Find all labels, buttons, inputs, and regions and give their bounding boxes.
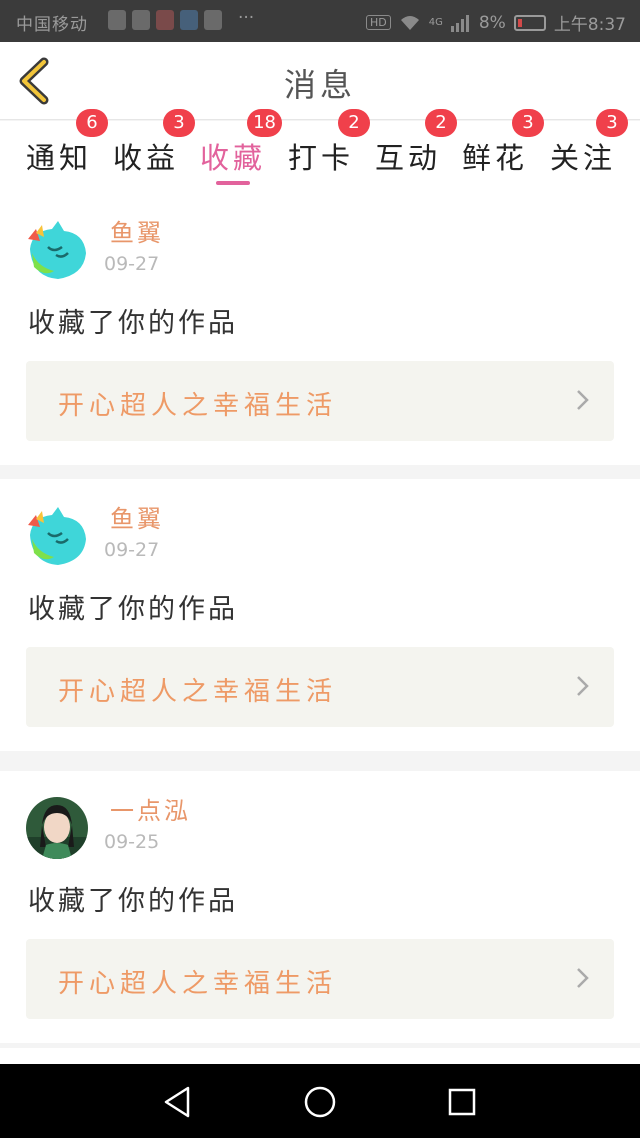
message-date: 09-25: [104, 831, 160, 853]
work-title: 开心超人之幸福生活: [58, 391, 338, 421]
battery-percent: 8%: [478, 12, 506, 33]
nav-recents-button[interactable]: [442, 1082, 482, 1122]
work-link[interactable]: 开心超人之幸福生活: [26, 647, 614, 727]
circle-home-icon: [304, 1086, 336, 1118]
tab-interactions[interactable]: 互动 2: [375, 109, 458, 177]
username[interactable]: 鱼翼: [110, 213, 164, 248]
signal-icon: [450, 14, 469, 32]
avatar[interactable]: [26, 797, 88, 859]
tab-badge: 6: [76, 109, 109, 137]
chevron-right-icon: [577, 968, 589, 988]
message-date: 09-27: [104, 253, 160, 275]
wifi-icon: [400, 15, 419, 30]
tab-label: 鲜花: [462, 141, 529, 175]
work-link[interactable]: 开心超人之幸福生活: [26, 361, 614, 441]
tab-label: 通知: [26, 141, 93, 175]
tab-follows[interactable]: 关注 3: [550, 109, 629, 177]
tab-flowers[interactable]: 鲜花 3: [462, 109, 545, 177]
app-notification-icon: [156, 10, 174, 30]
triangle-back-icon: [164, 1086, 190, 1118]
download-icon: [132, 10, 150, 30]
next-card-edge: [0, 1048, 640, 1064]
avatar[interactable]: [26, 505, 88, 567]
chevron-right-icon: [577, 390, 589, 410]
tab-label: 收藏: [200, 141, 267, 175]
chevron-right-icon: [577, 676, 589, 696]
tab-checkin[interactable]: 打卡 2: [288, 109, 371, 177]
status-bar: 中国移动 ··· HD 4G 8% 上午8:37: [0, 0, 640, 42]
message-text: 收藏了你的作品: [28, 886, 238, 917]
tab-earnings[interactable]: 收益 3: [113, 109, 196, 177]
tab-label: 收益: [113, 141, 180, 175]
cartoon-avatar-icon: [26, 219, 88, 281]
nav-home-button[interactable]: [300, 1082, 340, 1122]
tab-label: 打卡: [288, 141, 355, 175]
message-text: 收藏了你的作品: [28, 594, 238, 625]
page-title: 消息: [283, 66, 356, 104]
notification-icon: [108, 10, 126, 30]
tab-favorites[interactable]: 收藏 18: [200, 109, 283, 177]
carrier-label: 中国移动: [16, 15, 88, 35]
message-text: 收藏了你的作品: [28, 308, 238, 339]
navigation-bar: [0, 1064, 640, 1138]
tab-badge: 2: [338, 109, 371, 137]
tab-badge: 3: [596, 109, 629, 137]
tab-badge: 18: [247, 109, 283, 137]
work-title: 开心超人之幸福生活: [58, 969, 338, 999]
tab-bar: 通知 6 收益 3 收藏 18 打卡 2 互动 2 鲜花 3 关注 3: [0, 109, 640, 193]
notification-icons: [108, 10, 222, 30]
username[interactable]: 鱼翼: [110, 499, 164, 534]
tab-notifications[interactable]: 通知 6: [26, 109, 109, 177]
message-card: 鱼翼 09-27 收藏了你的作品 开心超人之幸福生活: [0, 479, 640, 751]
network-type-label: 4G: [428, 17, 443, 28]
work-title: 开心超人之幸福生活: [58, 677, 338, 707]
hd-icon: HD: [365, 15, 391, 30]
message-card: 一点泓 09-25 收藏了你的作品 开心超人之幸福生活: [0, 771, 640, 1043]
tab-badge: 2: [425, 109, 458, 137]
avatar[interactable]: [26, 219, 88, 281]
clock: 上午8:37: [553, 15, 626, 35]
battery-icon: [513, 14, 546, 31]
cartoon-avatar-icon: [26, 505, 88, 567]
username[interactable]: 一点泓: [110, 791, 191, 826]
tab-badge: 3: [512, 109, 545, 137]
message-date: 09-27: [104, 539, 160, 561]
app-notification-icon: [180, 10, 198, 30]
tab-label: 关注: [550, 141, 617, 175]
square-recents-icon: [448, 1088, 476, 1116]
tab-label: 互动: [375, 141, 442, 175]
active-tab-indicator: [216, 181, 250, 185]
message-card: 鱼翼 09-27 收藏了你的作品 开心超人之幸福生活: [0, 193, 640, 465]
app-notification-icon: [204, 10, 222, 30]
work-link[interactable]: 开心超人之幸福生活: [26, 939, 614, 1019]
photo-avatar-icon: [26, 797, 88, 859]
nav-back-button[interactable]: [158, 1082, 198, 1122]
tab-badge: 3: [163, 109, 196, 137]
more-notifications-icon: ···: [238, 8, 255, 28]
